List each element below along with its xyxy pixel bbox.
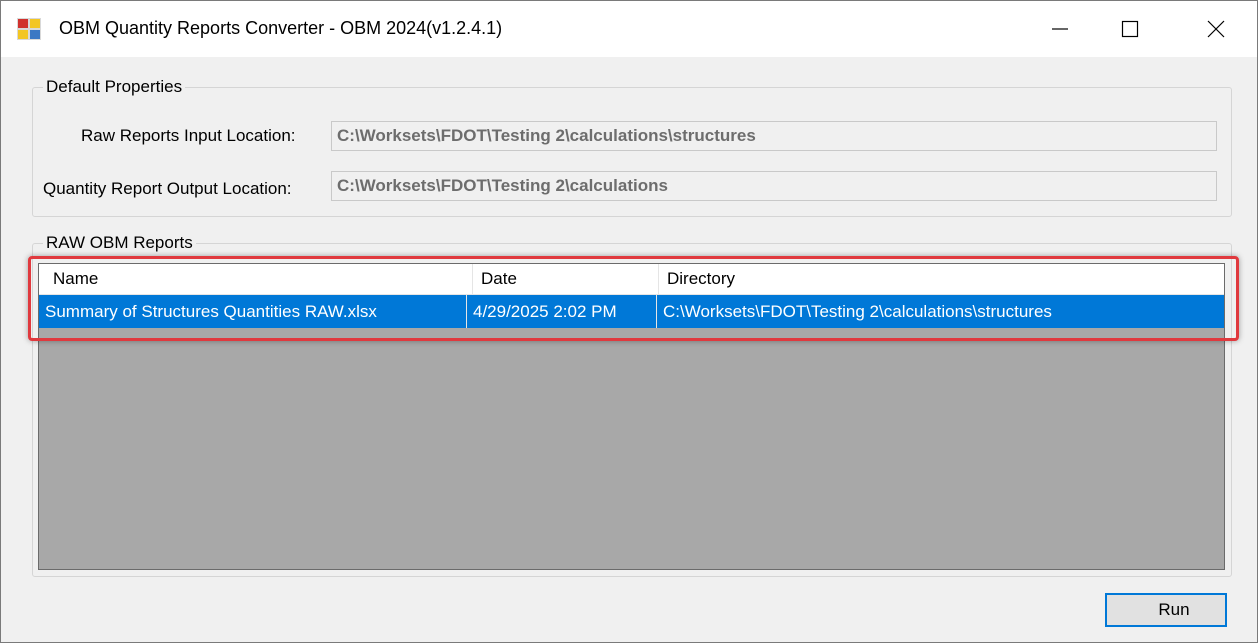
close-icon	[1207, 20, 1225, 38]
main-window: OBM Quantity Reports Converter - OBM 202…	[0, 0, 1258, 643]
maximize-icon	[1121, 20, 1139, 38]
raw-input-field[interactable]: C:\Worksets\FDOT\Testing 2\calculations\…	[331, 121, 1217, 151]
raw-input-label: Raw Reports Input Location:	[81, 126, 296, 145]
raw-reports-label: RAW OBM Reports	[43, 233, 196, 253]
title-bar[interactable]: OBM Quantity Reports Converter - OBM 202…	[1, 1, 1257, 57]
close-button[interactable]	[1185, 1, 1247, 57]
app-icon	[17, 18, 41, 40]
minimize-button[interactable]	[1029, 1, 1091, 57]
output-location-label: Quantity Report Output Location:	[43, 179, 292, 198]
maximize-button[interactable]	[1099, 1, 1161, 57]
default-properties-label: Default Properties	[43, 77, 186, 97]
window-title: OBM Quantity Reports Converter - OBM 202…	[59, 18, 503, 38]
run-button-label: Run	[1158, 600, 1190, 619]
output-location-field[interactable]: C:\Worksets\FDOT\Testing 2\calculations	[331, 171, 1217, 201]
minimize-icon	[1052, 28, 1068, 30]
annotation-highlight-box	[28, 256, 1239, 341]
run-button[interactable]: Run	[1105, 593, 1227, 627]
